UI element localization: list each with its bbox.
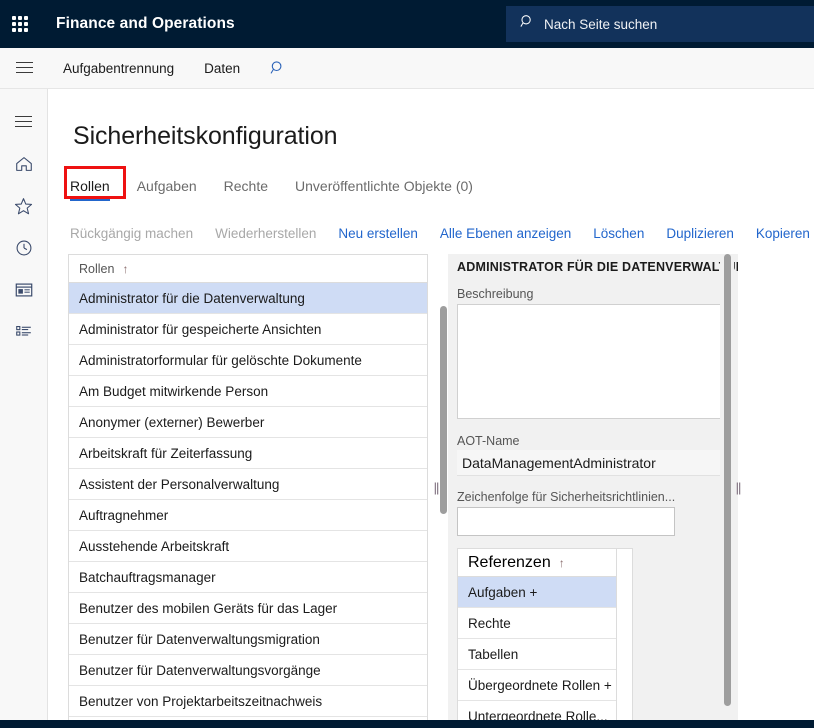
hamburger-menu-icon <box>15 62 33 74</box>
policy-sequence-field[interactable] <box>457 507 675 536</box>
table-row[interactable]: Benutzer von Projektarbeitszeitnachweis <box>69 686 427 717</box>
roles-grid: Rollen ↑ Administrator für die Datenverw… <box>68 254 428 720</box>
roles-column-header-label: Rollen <box>79 261 115 276</box>
star-icon <box>14 197 33 214</box>
search-icon <box>520 14 535 34</box>
secondary-action-bar: Aufgabentrennung Daten <box>0 48 814 89</box>
command-toolbar: Rückgängig machen Wiederherstellen Neu e… <box>70 220 814 246</box>
tab-aufgaben[interactable]: Aufgaben <box>137 178 197 201</box>
roles-grid-header[interactable]: Rollen ↑ <box>69 255 427 283</box>
bottom-status-bar <box>0 720 814 728</box>
detail-pane-scrollbar[interactable] <box>720 254 734 720</box>
detail-pane-title: ADMINISTRATOR FÜR DIE DATENVERWALTUNG <box>457 260 738 274</box>
table-row[interactable]: Assistent der Personalverwaltung <box>69 469 427 500</box>
detail-pane-scroll-thumb[interactable] <box>724 254 731 706</box>
description-label: Beschreibung <box>457 287 534 301</box>
tab-rollen[interactable]: Rollen <box>70 178 110 201</box>
tab-unveroeffentlichte-objekte[interactable]: Unveröffentlichte Objekte (0) <box>295 178 473 201</box>
page-tab-strip: Rollen Aufgaben Rechte Unveröffentlichte… <box>70 167 500 201</box>
references-column-header-label: Referenzen <box>468 553 551 571</box>
list-item[interactable]: Tabellen <box>458 639 616 670</box>
rail-item-menu[interactable] <box>0 101 48 143</box>
action-bar-search-button[interactable] <box>270 60 286 76</box>
description-field[interactable] <box>457 304 727 419</box>
split-panes: Rollen ↑ Administrator für die Datenverw… <box>48 254 814 720</box>
toolbar-undo-button[interactable]: Rückgängig machen <box>70 226 193 241</box>
table-row[interactable]: Administratorformular für gelöschte Doku… <box>69 345 427 376</box>
search-icon <box>270 61 282 74</box>
global-search-placeholder: Nach Seite suchen <box>544 16 658 32</box>
table-row[interactable]: Am Budget mitwirkende Person <box>69 376 427 407</box>
table-row[interactable]: Benutzer des mobilen Geräts für das Lage… <box>69 593 427 624</box>
detail-right-splitter[interactable]: || <box>733 254 743 720</box>
table-row[interactable]: Administrator für die Datenverwaltung <box>69 283 427 314</box>
sort-ascending-icon: ↑ <box>558 555 565 570</box>
list-item[interactable]: Übergeordnete Rollen + <box>458 670 616 701</box>
splitter-grip-icon: || <box>735 479 742 495</box>
table-row[interactable]: Benutzer für Datenverwaltungsmigration <box>69 624 427 655</box>
workspace-icon <box>15 283 32 297</box>
roles-grid-scroll-thumb[interactable] <box>440 306 447 514</box>
action-bar-items: Aufgabentrennung Daten <box>48 48 286 88</box>
references-grid: Referenzen ↑ Aufgaben + Rechte Tabellen … <box>457 548 617 720</box>
table-row[interactable]: Batchauftragsmanager <box>69 562 427 593</box>
rail-item-recent[interactable] <box>0 227 48 269</box>
sort-ascending-icon: ↑ <box>122 261 129 276</box>
references-grid-header[interactable]: Referenzen ↑ <box>458 549 616 577</box>
list-item[interactable]: Untergeordnete Rolle... <box>458 701 616 721</box>
global-search-box[interactable]: Nach Seite suchen <box>506 6 814 42</box>
table-row[interactable]: Anonymer (externer) Bewerber <box>69 407 427 438</box>
rail-item-home[interactable] <box>0 143 48 185</box>
toolbar-new-button[interactable]: Neu erstellen <box>338 226 418 241</box>
rail-item-favorites[interactable] <box>0 185 48 227</box>
table-row[interactable]: Administrator für gespeicherte Ansichten <box>69 314 427 345</box>
role-detail-pane: ADMINISTRATOR FÜR DIE DATENVERWALTUNG Be… <box>448 254 738 720</box>
list-item[interactable]: Aufgaben + <box>458 577 616 608</box>
clock-icon <box>16 240 31 256</box>
home-icon <box>15 157 32 171</box>
table-row[interactable]: Auftragnehmer <box>69 500 427 531</box>
hamburger-menu-icon <box>15 116 32 128</box>
toolbar-redo-button[interactable]: Wiederherstellen <box>215 226 316 241</box>
left-navigation-rail <box>0 89 48 728</box>
rail-item-workspaces[interactable] <box>0 269 48 311</box>
list-detail-splitter[interactable]: || <box>431 254 441 720</box>
top-navigation-bar: Finance and Operations Nach Seite suchen <box>0 0 814 48</box>
app-launcher-button[interactable] <box>0 0 40 48</box>
page-title: Sicherheitskonfiguration <box>73 122 338 150</box>
menu-item-aufgabentrennung[interactable]: Aufgabentrennung <box>63 61 174 76</box>
modules-list-icon <box>15 326 31 336</box>
nav-toggle-button[interactable] <box>0 48 48 88</box>
rail-item-modules[interactable] <box>0 311 48 353</box>
app-launcher-icon <box>12 16 28 32</box>
menu-item-daten[interactable]: Daten <box>204 61 240 76</box>
policy-sequence-label: Zeichenfolge für Sicherheitsrichtlinien.… <box>457 490 676 504</box>
toolbar-show-all-levels-button[interactable]: Alle Ebenen anzeigen <box>440 226 571 241</box>
application-window: Finance and Operations Nach Seite suchen… <box>0 0 814 728</box>
splitter-grip-icon: || <box>433 479 440 495</box>
main-content-area: Sicherheitskonfiguration Rollen Aufgaben… <box>48 89 814 720</box>
toolbar-delete-button[interactable]: Löschen <box>593 226 644 241</box>
table-row[interactable]: Arbeitskraft für Zeiterfassung <box>69 438 427 469</box>
list-item[interactable]: Rechte <box>458 608 616 639</box>
app-title: Finance and Operations <box>56 15 235 32</box>
aot-name-label: AOT-Name <box>457 434 520 448</box>
toolbar-duplicate-button[interactable]: Duplizieren <box>666 226 734 241</box>
table-row[interactable]: Ausstehende Arbeitskraft <box>69 531 427 562</box>
tab-rechte[interactable]: Rechte <box>224 178 268 201</box>
table-row[interactable]: Benutzer für Datenverwaltungsvorgänge <box>69 655 427 686</box>
toolbar-copy-button[interactable]: Kopieren <box>756 226 810 241</box>
aot-name-field[interactable]: DataManagementAdministrator <box>457 450 727 476</box>
